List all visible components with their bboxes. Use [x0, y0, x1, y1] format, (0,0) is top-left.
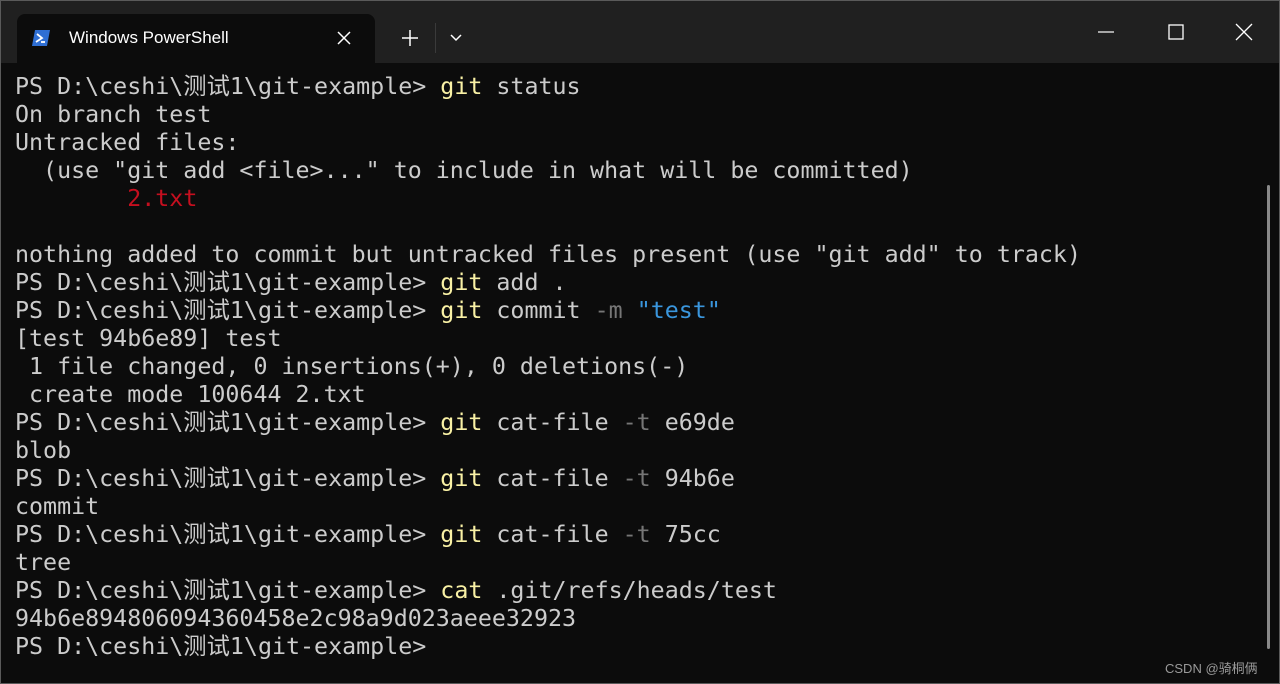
- console-param-text: -t: [622, 465, 651, 492]
- console-line: PS D:\ceshi\测试1\git-example>: [15, 633, 1263, 661]
- close-icon[interactable]: [335, 29, 353, 47]
- chevron-down-icon[interactable]: [443, 25, 469, 51]
- console-line: PS D:\ceshi\测试1\git-example> git status: [15, 73, 1263, 101]
- console-cmd-text: git: [440, 269, 483, 296]
- console-text: PS D:\ceshi\测试1\git-example>: [15, 73, 441, 100]
- console-text: PS D:\ceshi\测试1\git-example>: [15, 297, 441, 324]
- console-line: blob: [15, 437, 1263, 465]
- console-text: nothing added to commit but untracked fi…: [15, 241, 1081, 268]
- console-text: blob: [15, 437, 72, 464]
- powershell-icon: [32, 30, 50, 46]
- title-bar[interactable]: Windows PowerShell: [1, 1, 1279, 63]
- console-text: commit: [15, 493, 100, 520]
- console-text: On branch test: [15, 101, 212, 128]
- console-line: PS D:\ceshi\测试1\git-example> git cat-fil…: [15, 465, 1263, 493]
- terminal-window: Windows PowerShell PS D:\ceshi\测试1\git-e…: [0, 0, 1280, 684]
- console-red-text: 2.txt: [127, 185, 198, 212]
- console-text: cat-file: [482, 409, 623, 436]
- console-text: PS D:\ceshi\测试1\git-example>: [15, 269, 441, 296]
- console-text: create mode 100644 2.txt: [15, 381, 366, 408]
- console-text: [test 94b6e89] test: [15, 325, 282, 352]
- console-text: cat-file: [482, 521, 623, 548]
- console-cmd-text: git: [440, 409, 483, 436]
- console-param-text: -t: [622, 409, 651, 436]
- console-line: PS D:\ceshi\测试1\git-example> git cat-fil…: [15, 409, 1263, 437]
- console-cmd-text: git: [440, 465, 483, 492]
- console-line: 1 file changed, 0 insertions(+), 0 delet…: [15, 353, 1263, 381]
- maximize-button[interactable]: [1141, 1, 1211, 63]
- console-text: cat-file: [482, 465, 623, 492]
- console-text: tree: [15, 549, 72, 576]
- close-icon: [1235, 23, 1253, 41]
- tab-windows-powershell[interactable]: Windows PowerShell: [17, 14, 375, 63]
- console-text: PS D:\ceshi\测试1\git-example>: [15, 577, 441, 604]
- tab-divider: [435, 23, 436, 53]
- console-line: (use "git add <file>..." to include in w…: [15, 157, 1263, 185]
- console-line: PS D:\ceshi\测试1\git-example> cat .git/re…: [15, 577, 1263, 605]
- console-cmd-text: git: [440, 297, 483, 324]
- console-param-text: -t: [622, 521, 651, 548]
- console-param-text: -m: [594, 297, 623, 324]
- console-line: 2.txt: [15, 185, 1263, 213]
- console-line: [test 94b6e89] test: [15, 325, 1263, 353]
- minimize-icon: [1098, 31, 1114, 33]
- console-text: .git/refs/heads/test: [482, 577, 777, 604]
- maximize-icon: [1168, 24, 1184, 40]
- scrollbar[interactable]: [1267, 185, 1270, 649]
- console-text: PS D:\ceshi\测试1\git-example>: [15, 465, 441, 492]
- console-line: commit: [15, 493, 1263, 521]
- console-text: Untracked files:: [15, 129, 240, 156]
- console-cmd-text: git: [440, 73, 483, 100]
- console-text: PS D:\ceshi\测试1\git-example>: [15, 633, 441, 660]
- console-text: status: [482, 73, 581, 100]
- console-text: add .: [482, 269, 567, 296]
- watermark: CSDN @骑桐俩: [1165, 661, 1258, 676]
- console-output[interactable]: PS D:\ceshi\测试1\git-example> git status O…: [1, 63, 1263, 683]
- console-cmd-text: cat: [440, 577, 483, 604]
- console-text: 94b6e894806094360458e2c98a9d023aeee32923: [15, 605, 577, 632]
- console-text: 75cc: [650, 521, 721, 548]
- console-text: e69de: [650, 409, 735, 436]
- console-text: PS D:\ceshi\测试1\git-example>: [15, 521, 441, 548]
- console-text: 1 file changed, 0 insertions(+), 0 delet…: [15, 353, 689, 380]
- console-cmd-text: git: [440, 521, 483, 548]
- console-line: PS D:\ceshi\测试1\git-example> git cat-fil…: [15, 521, 1263, 549]
- plus-icon[interactable]: [395, 25, 425, 51]
- close-window-button[interactable]: [1209, 1, 1279, 63]
- console-line: nothing added to commit but untracked fi…: [15, 241, 1263, 269]
- console-line: Untracked files:: [15, 129, 1263, 157]
- console-line: tree: [15, 549, 1263, 577]
- console-line: On branch test: [15, 101, 1263, 129]
- console-text: PS D:\ceshi\测试1\git-example>: [15, 409, 441, 436]
- tab-title: Windows PowerShell: [69, 28, 229, 47]
- console-text: commit: [482, 297, 595, 324]
- console-text: 94b6e: [650, 465, 735, 492]
- console-line: create mode 100644 2.txt: [15, 381, 1263, 409]
- console-line: PS D:\ceshi\测试1\git-example> git add .: [15, 269, 1263, 297]
- console-line: PS D:\ceshi\测试1\git-example> git commit …: [15, 297, 1263, 325]
- console-line: 94b6e894806094360458e2c98a9d023aeee32923: [15, 605, 1263, 633]
- minimize-button[interactable]: [1071, 1, 1141, 63]
- console-text: (use "git add <file>..." to include in w…: [15, 157, 913, 184]
- console-str-text: "test": [636, 297, 721, 324]
